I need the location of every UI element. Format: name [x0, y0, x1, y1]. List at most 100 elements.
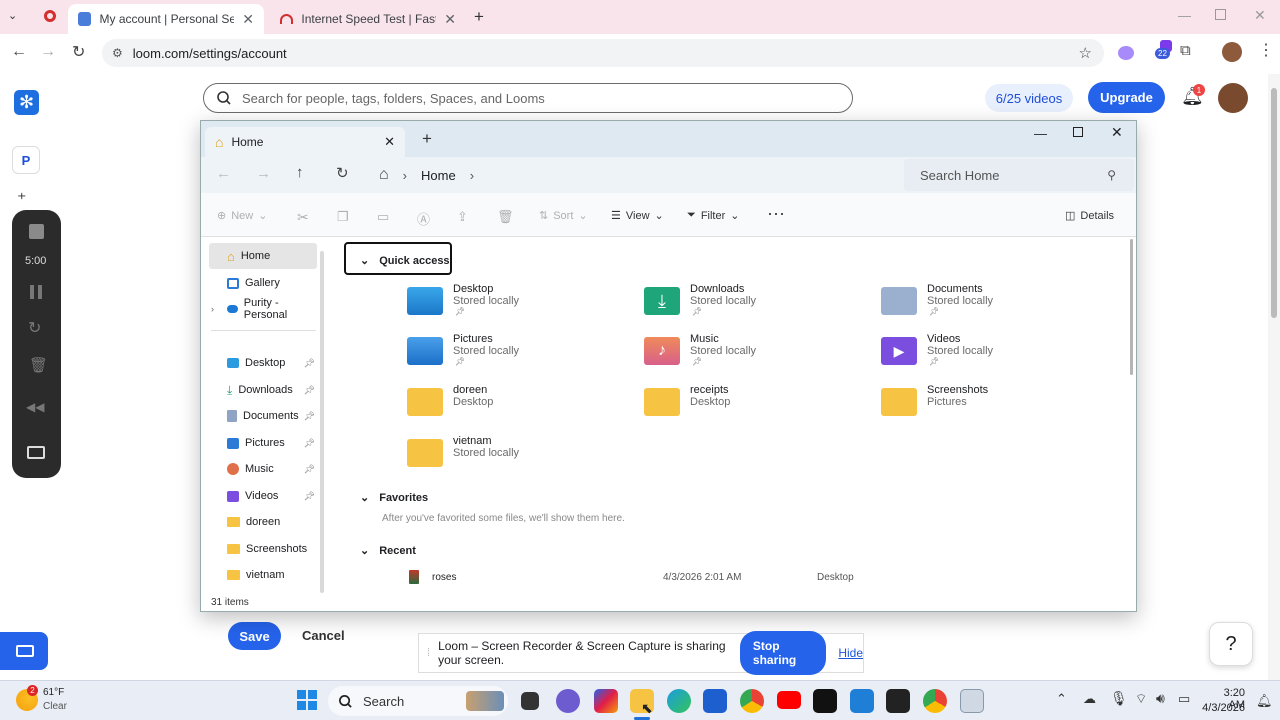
content-scrollbar[interactable] — [1130, 239, 1133, 375]
quick-access-screenshots[interactable]: Screenshots Pictures — [881, 384, 988, 416]
user-avatar[interactable] — [1218, 83, 1248, 113]
browser-menu-icon[interactable]: ⋮ — [1258, 40, 1274, 60]
breadcrumb[interactable]: ⌂ › Home › — [371, 157, 896, 193]
gemini-icon[interactable] — [1118, 46, 1134, 60]
quick-access-doreen[interactable]: doreen Desktop — [407, 384, 493, 416]
app-window-icon[interactable] — [960, 689, 984, 713]
more-options-icon[interactable]: ··· — [767, 203, 785, 224]
sidebar-item-vietnam[interactable]: vietnam — [209, 562, 317, 588]
videos-count-pill[interactable]: 6/25 videos — [985, 84, 1073, 112]
bookmark-star-icon[interactable]: ☆ — [1079, 44, 1092, 62]
new-tab-icon[interactable]: + — [422, 129, 432, 149]
quick-access-documents[interactable]: Documents Stored locally 📌︎ — [881, 283, 993, 316]
sidebar-item-onedrive[interactable]: › Purity - Personal — [209, 296, 317, 322]
details-button[interactable]: ◫ Details — [1065, 209, 1114, 223]
sort-button[interactable]: ⇅ Sort ⌄ — [539, 209, 588, 223]
explorer-tab-home[interactable]: ⌂ Home ✕ — [205, 127, 405, 157]
favorites-header[interactable]: ⌄ Favorites — [360, 491, 428, 505]
loom-side-launcher[interactable] — [0, 632, 48, 670]
windows-start-icon[interactable] — [297, 690, 317, 710]
edge-icon[interactable] — [667, 689, 691, 713]
workspace-avatar[interactable]: P — [12, 146, 40, 174]
clock-date[interactable]: 4/3/2026 — [1200, 702, 1245, 714]
tab-fast-com[interactable]: Internet Speed Test | Fast.com ✕ — [270, 4, 466, 34]
copy-icon[interactable]: ❐ — [337, 209, 349, 225]
refresh-icon[interactable]: ↻ — [336, 164, 349, 182]
close-tab-icon[interactable]: ✕ — [384, 134, 395, 150]
profile-avatar[interactable] — [1222, 42, 1242, 62]
store-icon[interactable] — [703, 689, 727, 713]
sidebar-item-music[interactable]: Music 📌︎ — [209, 456, 317, 482]
sidebar-item-documents[interactable]: Documents 📌︎ — [209, 403, 317, 429]
stop-recording-icon[interactable] — [29, 224, 44, 239]
battery-icon[interactable]: ▭ — [1178, 691, 1190, 707]
sidebar-item-downloads[interactable]: ⤓ Downloads 📌︎ — [209, 377, 317, 403]
back-icon[interactable]: ← — [11, 43, 27, 61]
sidebar-item-gallery[interactable]: Gallery — [209, 270, 317, 296]
breadcrumb-home[interactable]: Home — [421, 168, 456, 183]
puzzle-extensions-icon[interactable]: ⧉ — [1180, 42, 1191, 59]
quick-access-header[interactable]: ⌄ Quick access — [344, 242, 452, 275]
hide-link[interactable]: Hide — [838, 646, 863, 660]
quick-access-downloads[interactable]: ⤓ Downloads Stored locally 📌︎ — [644, 283, 756, 316]
tab-list-chevron-icon[interactable]: ⌄ — [8, 9, 17, 22]
recent-row[interactable]: roses 4/3/2026 2:01 AM Desktop — [407, 569, 1077, 587]
quick-access-vietnam[interactable]: vietnam Stored locally — [407, 435, 519, 467]
filter-button[interactable]: ⏷ Filter ⌄ — [687, 209, 739, 222]
chrome-profile-icon[interactable] — [923, 689, 947, 713]
back-icon[interactable]: ← — [216, 165, 231, 182]
task-view-icon[interactable] — [521, 692, 539, 710]
explorer-search-input[interactable]: Search Home ⚲ — [904, 159, 1134, 191]
taskbar-search-box[interactable]: Search — [328, 686, 508, 716]
sidebar-scrollbar[interactable] — [320, 251, 324, 593]
loom-search-input[interactable]: Search for people, tags, folders, Spaces… — [203, 83, 853, 113]
site-info-icon[interactable]: ⚙ — [112, 46, 123, 60]
sidebar-item-home[interactable]: ⌂ Home — [209, 243, 317, 269]
up-icon[interactable]: ↑ — [296, 164, 304, 181]
sidebar-item-doreen[interactable]: doreen — [209, 509, 317, 535]
chrome-icon[interactable] — [740, 689, 764, 713]
quick-access-desktop[interactable]: Desktop Stored locally 📌︎ — [407, 283, 519, 316]
cut-icon[interactable]: ✂ — [297, 209, 309, 226]
quick-access-receipts[interactable]: receipts Desktop — [644, 384, 730, 416]
page-scrollbar[interactable] — [1268, 74, 1280, 680]
drag-handle-icon[interactable]: ⁞ — [427, 647, 430, 659]
volume-icon[interactable]: 🔊︎ — [1156, 690, 1165, 707]
loom-logo-icon[interactable]: ✻ — [14, 90, 39, 115]
recent-header[interactable]: ⌄ Recent — [360, 544, 416, 558]
view-button[interactable]: ☰ View ⌄ — [611, 209, 664, 223]
minimize-window-icon[interactable]: — — [1034, 126, 1047, 141]
sidebar-item-desktop[interactable]: Desktop 📌︎ — [209, 350, 317, 376]
save-button[interactable]: Save — [228, 622, 281, 650]
stop-sharing-button[interactable]: Stop sharing — [739, 631, 827, 675]
quick-access-pictures[interactable]: Pictures Stored locally 📌︎ — [407, 333, 519, 366]
rewind-icon[interactable]: ◀◀ — [26, 400, 44, 414]
reload-icon[interactable]: ↻ — [72, 42, 85, 62]
help-button[interactable]: ? — [1209, 622, 1253, 666]
camera-icon[interactable] — [27, 446, 45, 459]
delete-icon[interactable]: 🗑︎ — [29, 356, 48, 374]
sidebar-item-pictures[interactable]: Pictures 📌︎ — [209, 430, 317, 456]
tab-my-account[interactable]: My account | Personal Settings ✕ — [68, 4, 264, 34]
sidebar-item-screenshots[interactable]: Screenshots — [209, 536, 317, 562]
maximize-window-icon[interactable] — [1215, 9, 1226, 20]
paste-icon[interactable]: ▭ — [377, 209, 389, 225]
close-window-icon[interactable]: ✕ — [1254, 7, 1266, 24]
chevron-up-icon[interactable]: ⌃ — [1056, 691, 1067, 707]
delete-icon[interactable]: 🗑︎ — [497, 209, 514, 225]
wifi-icon[interactable]: ⌔ — [1135, 691, 1147, 707]
teams-icon[interactable] — [556, 689, 580, 713]
microphone-icon[interactable]: 🎙︎ — [1110, 690, 1128, 707]
forward-icon[interactable]: → — [40, 43, 56, 61]
youtube-icon[interactable] — [777, 691, 801, 709]
vscode-icon[interactable] — [850, 689, 874, 713]
close-tab-icon[interactable]: ✕ — [444, 11, 456, 28]
copilot-icon[interactable] — [594, 689, 618, 713]
capcut-2-icon[interactable] — [886, 689, 910, 713]
minimize-window-icon[interactable]: — — [1178, 8, 1191, 23]
chevron-right-icon[interactable]: › — [211, 304, 214, 314]
new-button[interactable]: ⊕ New ⌄ — [217, 209, 267, 223]
page-scrollbar-thumb[interactable] — [1271, 88, 1277, 318]
capcut-icon[interactable] — [813, 689, 837, 713]
share-icon[interactable]: ⇪ — [457, 209, 468, 225]
